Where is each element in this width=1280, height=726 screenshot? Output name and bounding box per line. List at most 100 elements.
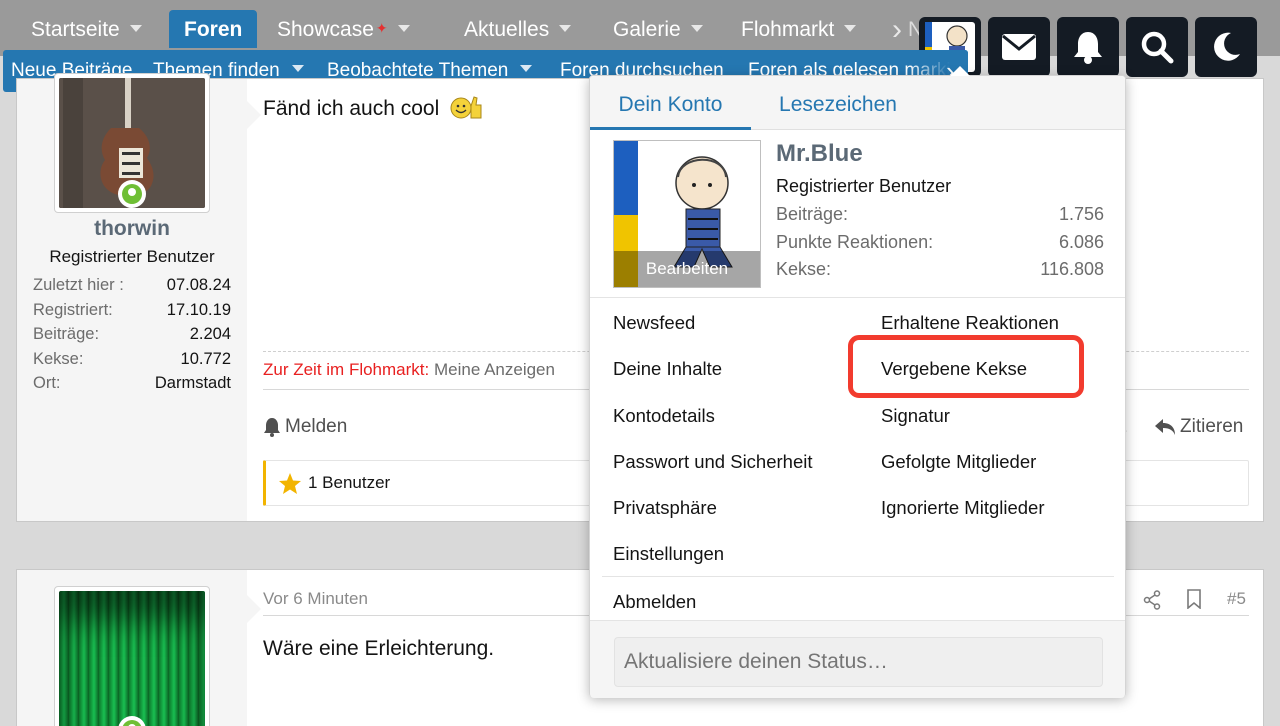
avatar[interactable] — [54, 586, 210, 726]
search-icon — [1141, 31, 1174, 64]
post-message: Wäre eine Erleichterung. — [263, 637, 495, 660]
post-pointer — [247, 595, 261, 623]
nav-tab-showcase[interactable]: Showcase ✦ — [277, 10, 410, 48]
stat-value: 116.808 — [1040, 259, 1104, 279]
stat-label: Beiträge: — [776, 204, 849, 224]
menu-newsfeed[interactable]: Newsfeed — [613, 312, 695, 334]
menu-passwort-sicherheit[interactable]: Passwort und Sicherheit — [613, 451, 813, 473]
popup-divider — [590, 297, 1125, 298]
stat-row: Punkte Reaktionen: 6.086 — [776, 229, 1104, 257]
popup-user-title: Registrierter Benutzer — [776, 176, 952, 196]
quote-label: Zitieren — [1180, 416, 1244, 437]
nav-tab-label: Flohmarkt — [741, 18, 835, 41]
post-message: Fänd ich auch cool — [263, 94, 483, 121]
popup-avatar[interactable]: Bearbeiten — [613, 140, 761, 288]
moon-icon — [1214, 32, 1240, 61]
nav-tab-aktuelles[interactable]: Aktuelles — [464, 10, 572, 48]
dark-mode-toggle[interactable] — [1195, 17, 1257, 77]
tab-lesezeichen[interactable]: Lesezeichen — [767, 76, 909, 130]
post-time[interactable]: Vor 6 Minuten — [263, 589, 368, 609]
online-status-icon — [118, 180, 146, 208]
stat-value: 10.772 — [180, 349, 231, 368]
popup-caret — [950, 66, 970, 76]
stat-row: Registriert: 17.10.19 — [33, 301, 231, 326]
post-user-sidebar — [17, 570, 247, 726]
popup-username[interactable]: Mr.Blue — [776, 140, 863, 168]
account-menu-popup: Dein Konto Lesezeichen Bearbeiten Mr.Blu… — [589, 66, 1126, 698]
stat-value: Darmstadt — [154, 374, 231, 392]
chevron-down-icon[interactable] — [690, 24, 703, 32]
menu-deine-inhalte[interactable]: Deine Inhalte — [613, 358, 722, 380]
menu-signatur[interactable]: Signatur — [881, 405, 950, 427]
alerts-button[interactable] — [1057, 17, 1119, 77]
sparkle-badge-icon: ✦ — [375, 20, 388, 36]
nav-tab-label: Showcase — [277, 18, 374, 41]
nav-tab-startseite[interactable]: Startseite — [31, 10, 142, 48]
menu-erhaltene-reaktionen[interactable]: Erhaltene Reaktionen — [881, 312, 1059, 334]
post-user-title: Registrierter Benutzer — [49, 247, 215, 266]
report-button[interactable]: Melden — [263, 416, 347, 438]
flohmarkt-link[interactable]: Meine Anzeigen — [434, 360, 555, 379]
stat-label: Kekse: — [776, 259, 832, 279]
nav-tab-label: Galerie — [613, 18, 681, 41]
post-username[interactable]: thorwin — [17, 217, 247, 241]
stat-value: 07.08.24 — [166, 276, 231, 294]
reply-arrow-icon — [1155, 419, 1175, 435]
popup-tabs: Dein Konto Lesezeichen — [590, 76, 1125, 130]
flohmarkt-signature: Zur Zeit im Flohmarkt: Meine Anzeigen — [263, 360, 555, 380]
chevron-down-icon[interactable] — [397, 24, 410, 32]
menu-gefolgte-mitglieder[interactable]: Gefolgte Mitglieder — [881, 451, 1036, 473]
post-pointer — [247, 101, 261, 129]
chevron-down-icon[interactable] — [129, 24, 142, 32]
flohmarkt-label: Zur Zeit im Flohmarkt: — [263, 360, 430, 379]
stat-value: 17.10.19 — [166, 300, 231, 319]
chevron-down-icon[interactable] — [291, 65, 304, 73]
nav-tab-foren[interactable]: Foren — [169, 10, 258, 48]
chevron-down-icon[interactable] — [559, 24, 572, 32]
post-number[interactable]: #5 — [1227, 589, 1246, 609]
tab-dein-konto[interactable]: Dein Konto — [590, 76, 751, 130]
messages-button[interactable] — [988, 17, 1050, 77]
bell-icon — [264, 418, 280, 437]
menu-privatsphaere[interactable]: Privatsphäre — [613, 497, 717, 519]
stat-row: Beiträge: 1.756 — [776, 201, 1104, 229]
status-input[interactable] — [614, 637, 1103, 687]
bell-icon — [1074, 32, 1102, 64]
menu-ignorierte-mitglieder[interactable]: Ignorierte Mitglieder — [881, 497, 1045, 519]
stat-label: Zuletzt hier : — [33, 276, 124, 294]
stat-label: Punkte Reaktionen: — [776, 231, 934, 252]
nav-tab-galerie[interactable]: Galerie — [613, 10, 703, 48]
post-user-stats: Zuletzt hier : 07.08.24 Registriert: 17.10… — [33, 276, 231, 399]
nav-scroll-right-icon[interactable]: › — [892, 8, 922, 52]
stat-label: Beiträge: — [33, 325, 100, 343]
chevron-down-icon[interactable] — [844, 24, 857, 32]
stat-row: Kekse: 10.772 — [33, 350, 231, 375]
share-icon[interactable] — [1143, 590, 1161, 610]
quote-button[interactable]: Zitieren — [1154, 416, 1243, 438]
search-button[interactable] — [1126, 17, 1188, 77]
nav-tab-label: Aktuelles — [464, 18, 550, 41]
nav-tab-flohmarkt[interactable]: Flohmarkt — [741, 10, 857, 48]
reactions-summary: 1 Benutzer — [308, 473, 391, 492]
menu-abmelden[interactable]: Abmelden — [613, 591, 696, 613]
popup-divider — [602, 576, 1114, 577]
edit-avatar-button[interactable]: Bearbeiten — [614, 251, 760, 287]
post-user-sidebar: thorwin Registrierter Benutzer Zuletzt h… — [17, 73, 247, 521]
nav-tab-label: Startseite — [31, 18, 120, 41]
stat-row: Beiträge: 2.204 — [33, 325, 231, 350]
avatar-image — [59, 591, 205, 726]
stat-label: Registriert: — [33, 300, 113, 319]
stat-value: 6.086 — [1058, 231, 1104, 252]
envelope-icon — [1002, 34, 1036, 60]
stat-row: Zuletzt hier : 07.08.24 — [33, 276, 231, 301]
post-message-text: Fänd ich auch cool — [263, 97, 440, 120]
star-icon — [279, 472, 301, 494]
stat-value: 1.756 — [1058, 204, 1104, 224]
menu-kontodetails[interactable]: Kontodetails — [613, 405, 715, 427]
bookmark-icon[interactable] — [1186, 589, 1202, 609]
stat-value: 2.204 — [189, 325, 231, 343]
chevron-down-icon[interactable] — [520, 65, 533, 73]
stat-row: Ort: Darmstadt — [33, 374, 231, 399]
menu-einstellungen[interactable]: Einstellungen — [613, 543, 724, 565]
stat-label: Kekse: — [33, 349, 84, 368]
